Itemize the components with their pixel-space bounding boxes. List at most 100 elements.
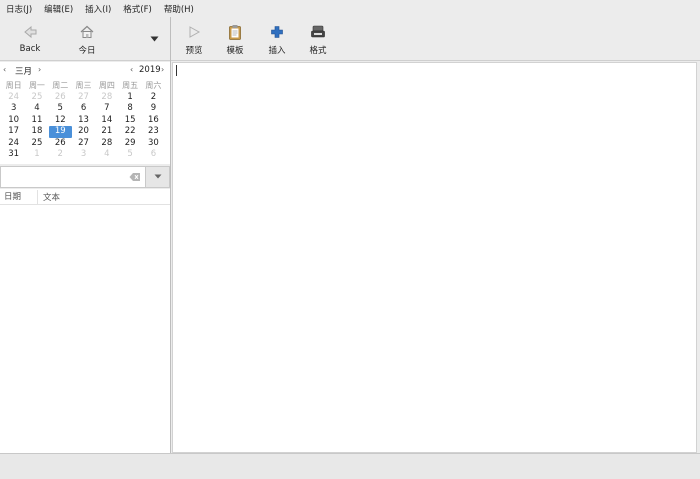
column-text[interactable]: 文本: [38, 191, 60, 203]
weekday-label: 周一: [28, 81, 45, 90]
calendar-day-selected[interactable]: 19: [48, 126, 72, 138]
calendar-day[interactable]: 27: [72, 92, 95, 104]
search-dropdown-button[interactable]: [146, 166, 170, 188]
calendar-day[interactable]: 31: [2, 149, 25, 161]
weekday-label: 周三: [75, 81, 92, 90]
calendar-day[interactable]: 24: [2, 92, 25, 104]
calendar-day[interactable]: 13: [72, 115, 95, 127]
format-label: 格式: [309, 46, 327, 56]
weekday-label: 周六: [145, 81, 162, 90]
menu-journal[interactable]: 日志(J): [6, 3, 32, 15]
calendar-day[interactable]: 1: [118, 92, 141, 104]
calendar-day[interactable]: 14: [95, 115, 118, 127]
weekday-label: 周二: [52, 81, 69, 90]
calendar-year: 2019: [139, 65, 161, 75]
calendar-day[interactable]: 10: [2, 115, 25, 127]
calendar-month: 三月: [15, 67, 33, 77]
calendar-day[interactable]: 4: [95, 149, 118, 161]
calendar-day[interactable]: 6: [142, 149, 165, 161]
calendar-week-row: 31 1 2 3 4 5 6: [2, 149, 166, 161]
preview-button[interactable]: 预览: [183, 23, 205, 56]
prev-month-icon[interactable]: ‹: [3, 65, 6, 74]
calendar-day[interactable]: 28: [95, 92, 118, 104]
menu-edit[interactable]: 编辑(E): [44, 3, 73, 15]
calendar-day[interactable]: 11: [25, 115, 48, 127]
search-box: [0, 166, 146, 188]
calendar-day[interactable]: 26: [49, 92, 72, 104]
calendar-day[interactable]: 9: [142, 103, 165, 115]
calendar-grid: 周日 周一 周二 周三 周四 周五 周六 24 25 26 27 28 1 2 3 4 5 6 7 8 9 10 11 12…: [2, 80, 166, 161]
calendar-week-row: 24 25 26 27 28 29 30: [2, 138, 166, 150]
clear-icon[interactable]: [129, 172, 141, 185]
template-label: 模板: [226, 46, 244, 56]
calendar-day[interactable]: 2: [142, 92, 165, 104]
menubar: 日志(J) 编辑(E) 插入(I) 格式(F) 帮助(H): [0, 0, 700, 17]
entry-list[interactable]: [0, 205, 170, 453]
calendar-week-row: 24 25 26 27 28 1 2: [2, 92, 166, 104]
toolbar-dropdown-icon[interactable]: [150, 35, 159, 45]
today-button[interactable]: 今日: [76, 23, 98, 56]
status-bar: [0, 453, 700, 479]
journal-editor[interactable]: [172, 62, 697, 453]
weekday-row: 周日 周一 周二 周三 周四 周五 周六: [2, 80, 166, 92]
calendar-day[interactable]: 23: [142, 126, 165, 138]
calendar: ‹ 三月 › ‹ 2019 › 周日 周一 周二 周三 周四 周五 周六 24 25 26 27 2…: [0, 62, 170, 164]
calendar-day[interactable]: 15: [118, 115, 141, 127]
calendar-day[interactable]: 25: [25, 138, 48, 150]
plus-icon: [270, 23, 284, 41]
calendar-week-row: 17 18 19 20 21 22 23: [2, 126, 166, 138]
calendar-day[interactable]: 30: [142, 138, 165, 150]
calendar-day[interactable]: 16: [142, 115, 165, 127]
format-brush-icon: [310, 23, 326, 41]
menu-format[interactable]: 格式(F): [123, 3, 152, 15]
format-button[interactable]: 格式: [307, 23, 329, 56]
calendar-day[interactable]: 3: [72, 149, 95, 161]
search-input[interactable]: [1, 167, 121, 187]
insert-button[interactable]: 插入: [266, 23, 288, 56]
calendar-day[interactable]: 12: [49, 115, 72, 127]
right-toolbar: 预览 模板 插入 格式: [171, 17, 700, 61]
back-label: Back: [19, 44, 41, 54]
home-icon: [79, 23, 95, 41]
calendar-day[interactable]: 4: [25, 103, 48, 115]
calendar-day[interactable]: 24: [2, 138, 25, 150]
calendar-day[interactable]: 29: [118, 138, 141, 150]
calendar-day[interactable]: 20: [72, 126, 95, 138]
today-label: 今日: [78, 46, 96, 56]
weekday-label: 周五: [122, 81, 139, 90]
calendar-day[interactable]: 8: [118, 103, 141, 115]
pane-divider[interactable]: [170, 17, 171, 453]
calendar-day[interactable]: 17: [2, 126, 25, 138]
next-month-icon[interactable]: ›: [38, 65, 41, 74]
calendar-week-row: 10 11 12 13 14 15 16: [2, 115, 166, 127]
prev-year-icon[interactable]: ‹: [130, 65, 133, 74]
calendar-day[interactable]: 7: [95, 103, 118, 115]
weekday-label: 周四: [98, 81, 115, 90]
calendar-day[interactable]: 18: [25, 126, 48, 138]
menu-insert[interactable]: 插入(I): [85, 3, 111, 15]
calendar-day[interactable]: 3: [2, 103, 25, 115]
next-year-icon[interactable]: ›: [161, 65, 164, 74]
weekday-label: 周日: [5, 81, 22, 90]
calendar-day[interactable]: 2: [49, 149, 72, 161]
calendar-day[interactable]: 28: [95, 138, 118, 150]
text-caret: [176, 65, 177, 76]
calendar-day[interactable]: 26: [49, 138, 72, 150]
left-toolbar: Back 今日: [0, 17, 170, 61]
play-icon: [187, 23, 201, 41]
calendar-day[interactable]: 21: [95, 126, 118, 138]
template-button[interactable]: 模板: [224, 23, 246, 56]
calendar-day[interactable]: 6: [72, 103, 95, 115]
calendar-day[interactable]: 25: [25, 92, 48, 104]
calendar-week-row: 3456789: [2, 103, 166, 115]
calendar-day[interactable]: 1: [25, 149, 48, 161]
calendar-day[interactable]: 27: [72, 138, 95, 150]
menu-help[interactable]: 帮助(H): [164, 3, 194, 15]
calendar-header: ‹ 三月 › ‹ 2019 ›: [0, 62, 170, 78]
calendar-day[interactable]: 5: [49, 103, 72, 115]
calendar-day[interactable]: 22: [118, 126, 141, 138]
calendar-day[interactable]: 5: [118, 149, 141, 161]
column-date[interactable]: 日期: [0, 189, 38, 204]
chevron-down-icon: [154, 172, 162, 182]
back-button[interactable]: Back: [16, 23, 44, 54]
